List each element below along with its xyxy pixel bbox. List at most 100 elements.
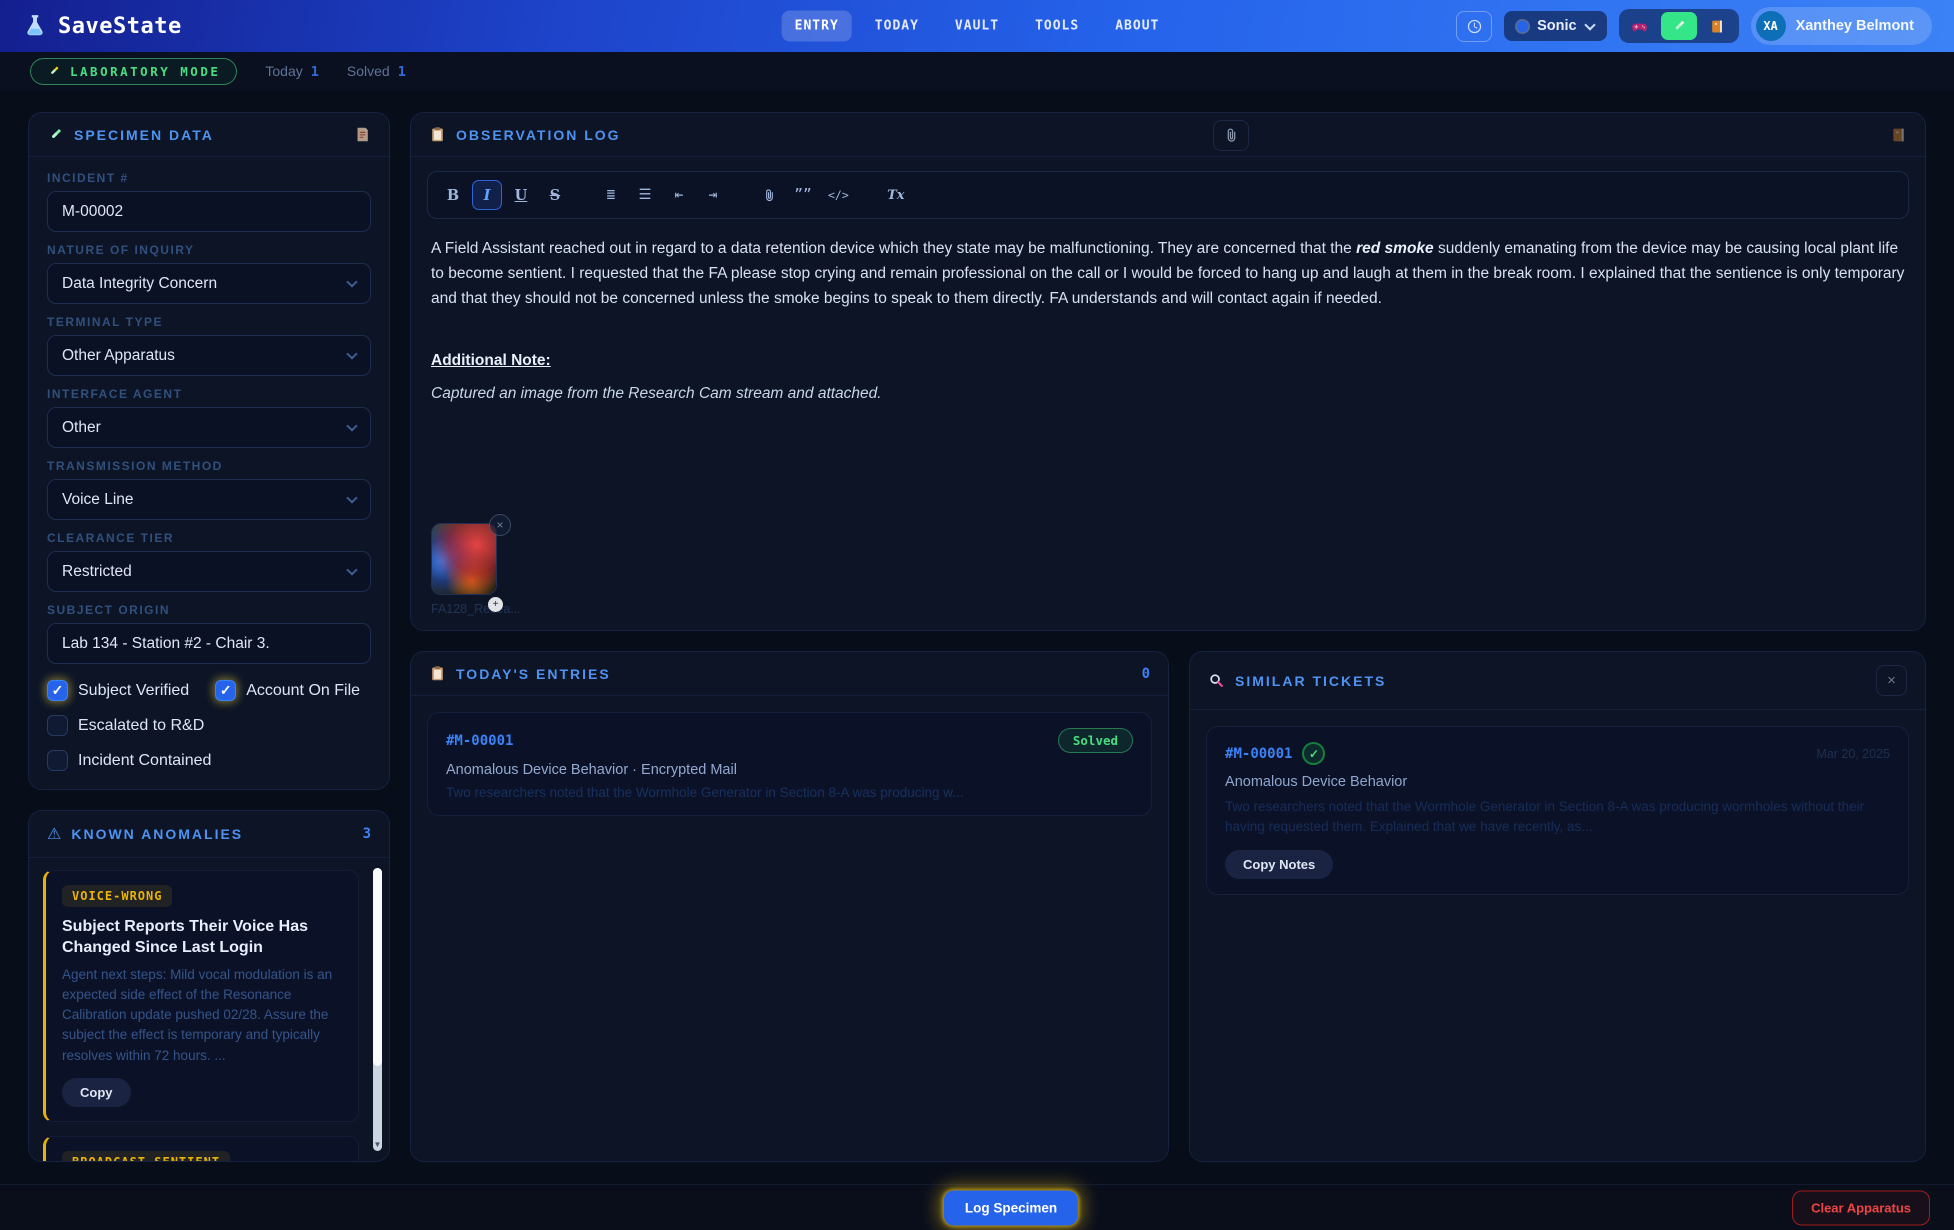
book-icon <box>1710 19 1725 34</box>
anomaly-tag: BROADCAST-SENTIENT <box>62 1151 230 1161</box>
known-anomalies-panel: ⚠ KNOWN ANOMALIES 3 VOICE-WRONG Subject … <box>28 810 390 1162</box>
account-on-file-label: Account On File <box>246 682 360 700</box>
underline-button[interactable]: U <box>506 180 536 210</box>
incident-number-input[interactable] <box>47 191 371 232</box>
similar-tickets-panel: SIMILAR TICKETS × #M-00001 ✓ Mar 20, 202… <box>1189 651 1926 1162</box>
ticket-date: Mar 20, 2025 <box>1816 747 1890 761</box>
interface-agent-select[interactable]: Other <box>47 407 371 448</box>
italic-button[interactable]: I <box>472 180 502 210</box>
nav-tools[interactable]: TOOLS <box>1022 11 1092 42</box>
remove-attachment-button[interactable]: × <box>489 514 511 536</box>
flask-logo-icon <box>22 13 48 39</box>
terminal-type-select[interactable]: Other Apparatus <box>47 335 371 376</box>
specimen-panel-title: SPECIMEN DATA <box>74 127 214 143</box>
solved-counter-label: Solved <box>347 63 390 79</box>
mode-game-button[interactable] <box>1622 12 1658 40</box>
note-body: Captured an image from the Research Cam … <box>431 382 1905 407</box>
account-on-file-checkbox[interactable] <box>215 680 236 701</box>
subject-verified-checkbox-row[interactable]: Subject Verified <box>47 680 189 701</box>
account-on-file-checkbox-row[interactable]: Account On File <box>215 680 360 701</box>
attach-file-button[interactable] <box>1213 120 1249 151</box>
app-header: SaveState ENTRY TODAY VAULT TOOLS ABOUT … <box>0 0 1954 52</box>
nav-today[interactable]: TODAY <box>862 11 932 42</box>
ticket-id[interactable]: #M-00001 <box>1225 746 1292 762</box>
clear-apparatus-button[interactable]: Clear Apparatus <box>1792 1190 1930 1225</box>
zoom-attachment-badge[interactable]: + <box>488 597 503 612</box>
mode-journal-button[interactable] <box>1700 12 1736 40</box>
solved-counter-value: 1 <box>398 64 406 80</box>
ordered-list-button[interactable]: ≣ <box>596 180 626 210</box>
ticket-title: Anomalous Device Behavior <box>1225 774 1890 790</box>
main-nav: ENTRY TODAY VAULT TOOLS ABOUT <box>782 11 1173 42</box>
clearance-tier-value: Restricted <box>62 563 132 581</box>
escalated-checkbox[interactable] <box>47 715 68 736</box>
clear-format-button[interactable]: Tx <box>881 180 911 210</box>
log-text-highlight: red smoke <box>1356 240 1434 257</box>
attachment-thumbnail[interactable] <box>431 523 497 595</box>
strikethrough-button[interactable]: S <box>540 180 570 210</box>
escalated-checkbox-row[interactable]: Escalated to R&D <box>47 715 371 736</box>
close-similar-button[interactable]: × <box>1876 665 1907 696</box>
specimen-form: INCIDENT # NATURE OF INQUIRY Data Integr… <box>29 157 389 789</box>
user-name: Xanthey Belmont <box>1796 18 1914 34</box>
nav-about[interactable]: ABOUT <box>1102 11 1172 42</box>
transmission-method-select[interactable]: Voice Line <box>47 479 371 520</box>
subject-origin-input[interactable] <box>47 623 371 664</box>
nav-vault[interactable]: VAULT <box>942 11 1012 42</box>
notebook-icon[interactable] <box>1891 127 1907 143</box>
entry-id[interactable]: #M-00001 <box>446 733 513 749</box>
observation-panel-header: OBSERVATION LOG <box>411 113 1925 157</box>
bold-button[interactable]: B <box>438 180 468 210</box>
incident-contained-checkbox-row[interactable]: Incident Contained <box>47 750 371 771</box>
anomalies-panel-title: KNOWN ANOMALIES <box>71 826 243 842</box>
clipboard-icon <box>429 665 446 682</box>
theme-color-dot <box>1517 21 1528 32</box>
observation-panel-title: OBSERVATION LOG <box>456 127 621 143</box>
memo-icon[interactable] <box>354 126 371 143</box>
link-button[interactable] <box>754 180 784 210</box>
similar-ticket-card[interactable]: #M-00001 ✓ Mar 20, 2025 Anomalous Device… <box>1206 726 1909 895</box>
indent-button[interactable]: ⇥ <box>698 180 728 210</box>
entry-snippet: Two researchers noted that the Wormhole … <box>446 785 1133 800</box>
escalated-label: Escalated to R&D <box>78 717 204 735</box>
observation-editor[interactable]: A Field Assistant reached out in regard … <box>411 219 1925 523</box>
nature-of-inquiry-select[interactable]: Data Integrity Concern <box>47 263 371 304</box>
history-button[interactable] <box>1456 11 1492 42</box>
user-chip[interactable]: XA Xanthey Belmont <box>1751 7 1932 45</box>
note-heading: Additional Note: <box>431 349 1905 374</box>
app-title: SaveState <box>58 14 182 39</box>
log-text: A Field Assistant reached out in regard … <box>431 240 1356 257</box>
anomalies-panel-header: ⚠ KNOWN ANOMALIES 3 <box>29 811 389 858</box>
anomaly-card: VOICE-WRONG Subject Reports Their Voice … <box>43 870 359 1122</box>
brand: SaveState <box>22 13 182 39</box>
status-bar: LABORATORY MODE Today 1 Solved 1 <box>0 52 1954 90</box>
chevron-down-icon <box>346 348 357 359</box>
subject-verified-checkbox[interactable] <box>47 680 68 701</box>
observation-log-panel: OBSERVATION LOG B I U S ≣ ☰ ⇤ ⇥ ”” </> <box>410 112 1926 631</box>
mode-lab-button[interactable] <box>1661 12 1697 40</box>
attachment-item[interactable]: × + FA128_Resea... <box>431 523 497 616</box>
entry-card[interactable]: #M-00001 Solved Anomalous Device Behavio… <box>427 712 1152 816</box>
log-specimen-button[interactable]: Log Specimen <box>944 1190 1078 1225</box>
scrollbar-down-arrow[interactable]: ▼ <box>373 1139 382 1151</box>
copy-notes-button[interactable]: Copy Notes <box>1225 850 1333 879</box>
bullet-list-button[interactable]: ☰ <box>630 180 660 210</box>
chevron-down-icon <box>1584 19 1595 30</box>
link-icon <box>762 188 777 203</box>
outdent-button[interactable]: ⇤ <box>664 180 694 210</box>
incident-contained-checkbox[interactable] <box>47 750 68 771</box>
laboratory-mode-label: LABORATORY MODE <box>70 64 220 79</box>
anomalies-scrollbar-thumb[interactable] <box>373 868 382 1066</box>
transmission-method-value: Voice Line <box>62 491 134 509</box>
quote-button[interactable]: ”” <box>788 180 818 210</box>
copy-button[interactable]: Copy <box>62 1078 131 1107</box>
solved-counter: Solved 1 <box>347 63 406 80</box>
code-button[interactable]: </> <box>822 180 855 210</box>
anomalies-scrollbar[interactable]: ▼ <box>373 868 382 1151</box>
clearance-tier-select[interactable]: Restricted <box>47 551 371 592</box>
nav-entry[interactable]: ENTRY <box>782 11 852 42</box>
similar-tickets-title: SIMILAR TICKETS <box>1235 673 1386 689</box>
theme-select[interactable]: Sonic <box>1504 11 1606 41</box>
anomaly-body: Agent next steps: Mild vocal modulation … <box>62 965 342 1066</box>
anomaly-list: VOICE-WRONG Subject Reports Their Voice … <box>29 858 389 1161</box>
